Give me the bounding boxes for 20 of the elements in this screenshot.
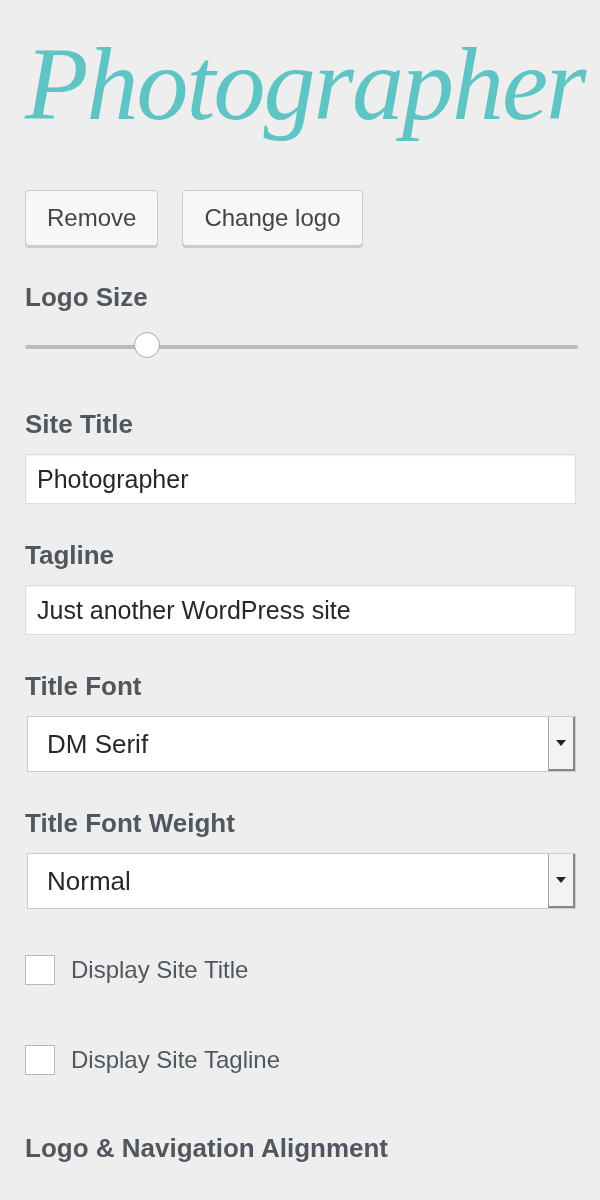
checkbox[interactable] <box>25 954 55 985</box>
field-label: Title Font Weight <box>25 807 236 839</box>
field-label: Site Title <box>25 408 134 440</box>
dropdown[interactable]: Normal <box>27 852 576 909</box>
section-label: Logo & Navigation Alignment <box>25 1132 390 1164</box>
change-logo-button[interactable]: Change logo <box>182 189 363 246</box>
field-label: Title Font <box>25 670 143 702</box>
dropdown-value: Normal <box>46 864 132 898</box>
checkbox-label: Display Site Title <box>71 955 249 984</box>
field-label: Logo Size <box>25 281 149 313</box>
text-field[interactable]: Photographer <box>25 453 576 504</box>
dropdown[interactable]: DM Serif <box>27 715 576 772</box>
remove-button[interactable]: Remove <box>25 189 159 246</box>
checkbox-label: Display Site Tagline <box>71 1045 280 1074</box>
field-label: Tagline <box>25 539 116 571</box>
site-logo: Photographer <box>25 25 588 143</box>
slider-thumb[interactable] <box>133 331 160 358</box>
text-field[interactable]: Just another WordPress site <box>25 584 576 635</box>
checkbox[interactable] <box>25 1044 55 1075</box>
dropdown-value: DM Serif <box>46 727 150 761</box>
